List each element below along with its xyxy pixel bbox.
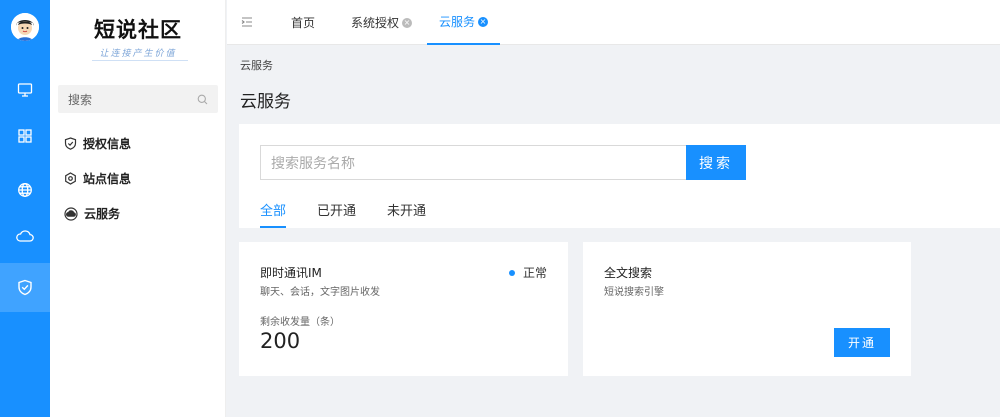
- status-text: 正常: [522, 266, 547, 280]
- close-icon[interactable]: ×: [402, 17, 413, 28]
- service-search-input[interactable]: 搜索服务名称: [260, 145, 686, 180]
- breadcrumb: 云服务: [240, 59, 273, 72]
- slogan-underline: [92, 60, 188, 61]
- open-service-button[interactable]: 开通: [834, 328, 890, 357]
- service-desc: 聊天、会话，文字图片收发: [260, 287, 380, 298]
- sidebar-item-label: 站点信息: [83, 172, 132, 186]
- tab-label: 首页: [291, 15, 316, 30]
- service-name: 全文搜索: [604, 266, 653, 280]
- service-card-search: 全文搜索 短说搜索引擎 开通: [583, 242, 911, 376]
- shield-check-icon[interactable]: [0, 263, 50, 312]
- close-icon[interactable]: ×: [478, 16, 489, 27]
- filter-tab-enabled[interactable]: 已开通: [317, 200, 356, 228]
- sidebar-menu: 授权信息 站点信息 云服务: [64, 126, 131, 231]
- sidebar-item-site[interactable]: 站点信息: [64, 161, 131, 196]
- sidebar: 短说社区 让连接产生价值 搜索 授权信息 站点信息 云服务: [50, 0, 226, 417]
- sidebar-item-cloud[interactable]: 云服务: [64, 196, 131, 231]
- page-title: 云服务: [240, 92, 291, 112]
- search-button[interactable]: 搜索: [686, 145, 746, 180]
- search-icon: [197, 94, 208, 104]
- menu-fold-icon[interactable]: [241, 16, 253, 28]
- service-desc: 短说搜索引擎: [604, 287, 664, 298]
- slogan: 让连接产生价值: [99, 49, 177, 59]
- service-card-im: 即时通讯IM 聊天、会话，文字图片收发 正常 剩余收发量（条） 200: [239, 242, 568, 376]
- cloud-icon[interactable]: [0, 213, 50, 259]
- tab-cloud-service[interactable]: 云服务 ×: [427, 0, 501, 45]
- globe-icon[interactable]: [0, 167, 50, 213]
- monitor-icon[interactable]: [0, 67, 50, 113]
- status-dot-icon: [508, 269, 515, 276]
- quota-value: 200: [260, 329, 301, 353]
- tab-system-auth[interactable]: 系统授权 ×: [351, 0, 413, 45]
- shield-check-icon: [64, 137, 77, 150]
- avatar[interactable]: [11, 13, 39, 41]
- icon-rail: [0, 0, 50, 417]
- status-badge: 正常: [508, 264, 547, 281]
- filter-tab-disabled[interactable]: 未开通: [387, 200, 426, 228]
- filter-tab-all[interactable]: 全部: [260, 200, 287, 228]
- sidebar-item-auth[interactable]: 授权信息: [64, 126, 131, 161]
- cloud-circle-icon: [64, 206, 78, 221]
- sidebar-search-input[interactable]: 搜索: [58, 85, 218, 113]
- hexagon-settings-icon: [65, 172, 76, 185]
- quota-label: 剩余收发量（条）: [260, 317, 340, 328]
- tab-bar: 首页 系统授权 × 云服务 ×: [227, 0, 1000, 45]
- service-name: 即时通讯IM: [260, 266, 322, 280]
- sidebar-item-label: 授权信息: [83, 137, 132, 151]
- sidebar-search-placeholder: 搜索: [68, 92, 93, 107]
- logo: 短说社区: [94, 17, 182, 42]
- search-placeholder: 搜索服务名称: [271, 155, 355, 172]
- grid-icon[interactable]: [0, 113, 50, 159]
- tab-home[interactable]: 首页: [291, 0, 315, 45]
- tab-label: 系统授权: [351, 15, 400, 30]
- search-panel: 搜索服务名称 搜索 全部 已开通 未开通: [239, 124, 1000, 228]
- tab-label: 云服务: [439, 14, 476, 29]
- sidebar-item-label: 云服务: [84, 207, 121, 221]
